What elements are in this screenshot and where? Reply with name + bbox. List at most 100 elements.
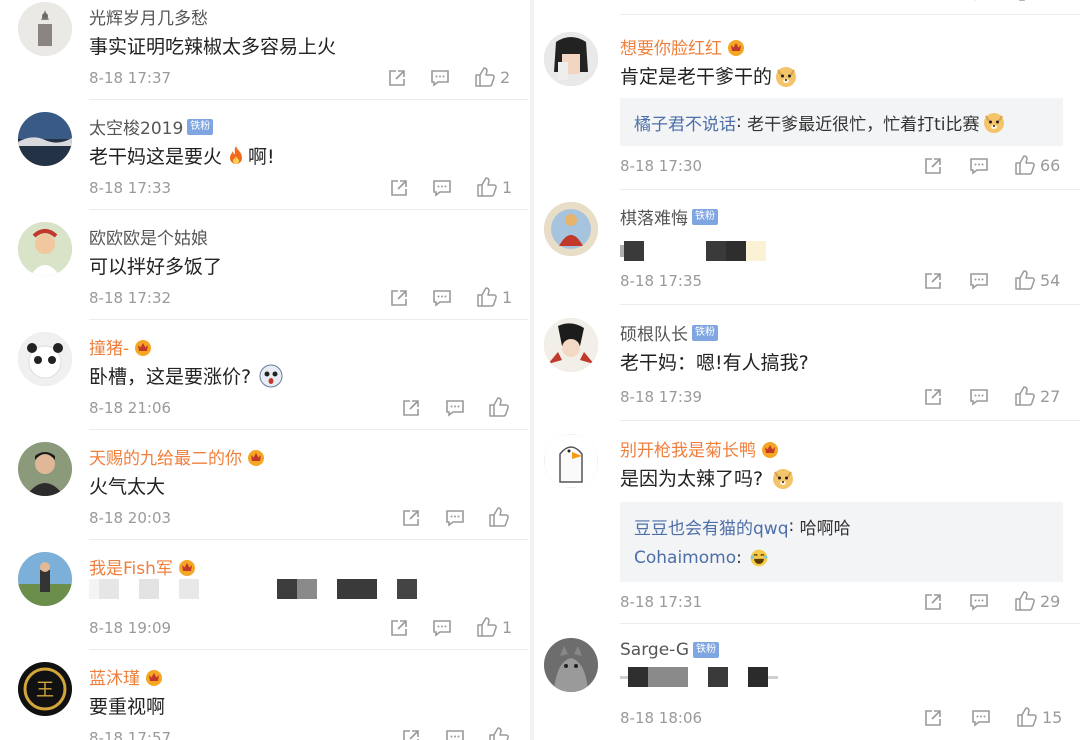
like-button[interactable] xyxy=(488,506,510,528)
comment-author[interactable]: 欧欧欧是个姑娘 xyxy=(89,224,208,249)
thumbs-up-icon xyxy=(1015,386,1035,406)
avatar[interactable] xyxy=(544,318,598,372)
comment-author[interactable]: 光辉岁月几多愁 xyxy=(89,4,208,29)
comment-button[interactable] xyxy=(432,178,452,198)
comment-item: 别开枪我是菊长鸭 是因为太辣了吗? 豆豆也会有猫的qwq : 哈啊哈 Cohai… xyxy=(536,432,1080,624)
share-button[interactable] xyxy=(389,288,409,308)
censored-comment-text xyxy=(620,240,766,262)
vip-crown-icon xyxy=(144,668,164,686)
like-button[interactable]: 1 xyxy=(476,286,512,308)
share-button[interactable] xyxy=(401,728,421,740)
share-button[interactable] xyxy=(389,178,409,198)
share-button[interactable] xyxy=(926,0,946,2)
comment-time: 8-18 17:57 xyxy=(89,729,172,740)
comment-author[interactable]: 蓝沐瑾 xyxy=(89,664,140,689)
avatar[interactable] xyxy=(544,638,598,692)
share-button[interactable] xyxy=(401,398,421,418)
share-button[interactable] xyxy=(923,387,943,407)
laugh-emoji-icon xyxy=(749,548,769,568)
comment-button[interactable] xyxy=(432,288,452,308)
avatar[interactable] xyxy=(18,2,72,56)
reply-item: 橘子君不说话 : 老干爹最近很忙，忙着打ti比赛 xyxy=(634,106,1049,138)
left-comment-column: 光辉岁月几多愁 事实证明吃辣椒太多容易上火 8-18 17:37 2 太空梭20… xyxy=(0,0,528,740)
share-icon xyxy=(925,710,941,726)
comment-icon xyxy=(970,273,988,290)
like-count: 1 xyxy=(502,177,513,197)
share-button[interactable] xyxy=(923,708,943,728)
reply-box[interactable]: 豆豆也会有猫的qwq : 哈啊哈 Cohaimomo : xyxy=(620,502,1063,582)
comment-button[interactable] xyxy=(430,68,450,88)
like-button[interactable]: 1 xyxy=(476,176,512,198)
avatar[interactable] xyxy=(18,552,72,606)
like-button[interactable] xyxy=(488,396,510,418)
avatar[interactable] xyxy=(544,202,598,256)
share-button[interactable] xyxy=(923,156,943,176)
comment-button[interactable] xyxy=(445,398,465,418)
comment-icon xyxy=(433,620,451,637)
reply-box[interactable]: 橘子君不说话 : 老干爹最近很忙，忙着打ti比赛 xyxy=(620,98,1063,146)
avatar[interactable] xyxy=(18,442,72,496)
reply-separator: : xyxy=(736,112,748,132)
comment-button[interactable] xyxy=(432,618,452,638)
share-button[interactable] xyxy=(923,271,943,291)
share-icon xyxy=(925,273,941,289)
vip-crown-icon xyxy=(246,448,266,466)
share-button[interactable] xyxy=(387,68,407,88)
comment-author[interactable]: 太空梭2019 xyxy=(89,114,183,139)
like-button[interactable]: 66 xyxy=(1014,154,1060,176)
like-button[interactable]: 15 xyxy=(1016,706,1062,728)
comment-author[interactable]: 天赐的九给最二的你 xyxy=(89,444,242,469)
avatar[interactable] xyxy=(18,332,72,386)
comment-button[interactable] xyxy=(971,708,991,728)
like-button[interactable]: 29 xyxy=(1014,590,1060,612)
reply-author[interactable]: Cohaimomo xyxy=(634,548,736,568)
avatar[interactable]: 王 xyxy=(18,662,72,716)
like-button[interactable]: 1 xyxy=(476,616,512,638)
avatar[interactable] xyxy=(18,222,72,276)
comment-icon xyxy=(972,710,990,727)
comment-button[interactable] xyxy=(969,271,989,291)
like-button[interactable]: 2 xyxy=(474,66,510,88)
share-icon xyxy=(391,620,407,636)
comment-button[interactable] xyxy=(445,728,465,740)
comment-button[interactable] xyxy=(972,0,992,2)
comment-author[interactable]: 硕根队长 xyxy=(620,320,688,345)
comment-text-part: 老干妈这是要火 xyxy=(89,146,223,168)
reply-author[interactable]: 橘子君不说话 xyxy=(634,110,736,135)
avatar[interactable] xyxy=(544,32,598,86)
comment-text-part: 卧槽，这是要涨价? xyxy=(89,366,252,388)
share-icon xyxy=(925,389,941,405)
comment-item: 太空梭2019 铁粉 老干妈这是要火 啊! 8-18 17:33 1 xyxy=(0,110,528,210)
comment-item: Sarge-G 铁粉 8-18 18:06 15 xyxy=(536,636,1080,740)
comment-button[interactable] xyxy=(969,592,989,612)
comment-button[interactable] xyxy=(445,508,465,528)
like-button[interactable] xyxy=(488,726,510,740)
like-button[interactable] xyxy=(1018,0,1040,2)
comment-author[interactable]: 撞猪- xyxy=(89,334,129,359)
avatar[interactable] xyxy=(544,434,598,488)
comment-text-part: 肯定是老干爹干的 xyxy=(620,66,773,88)
comment-item: 欧欧欧是个姑娘 可以拌好多饭了 8-18 17:32 1 xyxy=(0,220,528,320)
reply-author[interactable]: 豆豆也会有猫的qwq xyxy=(634,514,789,539)
share-button[interactable] xyxy=(389,618,409,638)
like-button[interactable]: 27 xyxy=(1014,385,1060,407)
like-button[interactable]: 54 xyxy=(1014,269,1060,291)
share-button[interactable] xyxy=(401,508,421,528)
like-count: 27 xyxy=(1040,386,1061,406)
share-icon xyxy=(389,70,405,86)
avatar[interactable] xyxy=(18,112,72,166)
previous-comment-actions xyxy=(620,0,1080,2)
doge-emoji-icon xyxy=(771,466,795,490)
share-button[interactable] xyxy=(923,592,943,612)
share-icon xyxy=(925,158,941,174)
comment-author[interactable]: Sarge-G xyxy=(620,640,689,660)
comment-author[interactable]: 别开枪我是菊长鸭 xyxy=(620,436,756,461)
comment-button[interactable] xyxy=(969,156,989,176)
share-icon xyxy=(403,730,419,740)
doge-emoji-icon xyxy=(774,64,798,88)
comment-text: 火气太大 xyxy=(89,476,166,498)
comment-button[interactable] xyxy=(969,387,989,407)
comment-author[interactable]: 棋落难悔 xyxy=(620,204,688,229)
comment-author[interactable]: 想要你脸红红 xyxy=(620,34,722,59)
comment-author[interactable]: 我是Fish军 xyxy=(89,554,173,579)
